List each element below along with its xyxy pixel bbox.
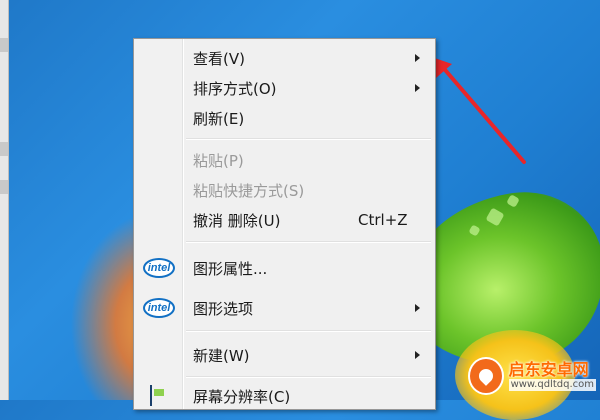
menu-item-paste-shortcut[interactable]: 粘贴快捷方式(S) [136, 175, 433, 205]
intel-icon: intel [143, 298, 175, 318]
menu-item-label: 屏幕分辨率(C) [193, 387, 291, 406]
watermark-title: 启东安卓网 [508, 360, 589, 380]
menu-item-shortcut: Ctrl+Z [358, 211, 408, 229]
menu-item-graphics-options[interactable]: intel 图形选项 [136, 293, 433, 323]
submenu-arrow-icon [415, 54, 420, 62]
site-watermark: 启东安卓网 www.qdltdq.com [468, 356, 596, 396]
menu-item-refresh[interactable]: 刷新(E) [136, 103, 433, 133]
menu-separator [186, 138, 431, 140]
menu-item-label: 查看(V) [193, 49, 245, 68]
menu-item-sort-by[interactable]: 排序方式(O) [136, 73, 433, 103]
menu-item-label: 撤消 删除(U) [193, 211, 281, 230]
window-edge-mark [0, 180, 8, 194]
screen-resolution-icon [143, 385, 175, 406]
menu-separator [186, 330, 431, 332]
menu-item-undo-delete[interactable]: 撤消 删除(U) Ctrl+Z [136, 205, 433, 235]
desktop-context-menu: 查看(V) 排序方式(O) 刷新(E) 粘贴(P) 粘贴快捷方式(S) 撤消 删… [133, 38, 436, 410]
menu-item-graphics-properties[interactable]: intel 图形属性... [136, 253, 433, 283]
submenu-arrow-icon [415, 304, 420, 312]
watermark-url: www.qdltdq.com [508, 379, 596, 391]
menu-item-label: 刷新(E) [193, 109, 245, 128]
intel-icon: intel [143, 258, 175, 278]
menu-item-view[interactable]: 查看(V) [136, 43, 433, 73]
menu-item-label: 粘贴快捷方式(S) [193, 181, 305, 200]
submenu-arrow-icon [415, 84, 420, 92]
menu-item-label: 排序方式(O) [193, 79, 277, 98]
left-window-edge [0, 0, 9, 400]
menu-separator [186, 376, 431, 378]
window-edge-mark [0, 142, 8, 156]
watermark-logo-icon [468, 357, 504, 395]
submenu-arrow-icon [415, 351, 420, 359]
menu-item-label: 粘贴(P) [193, 151, 244, 170]
menu-item-label: 图形选项 [193, 299, 254, 318]
menu-item-label: 图形属性... [193, 259, 268, 278]
menu-separator [186, 241, 431, 243]
menu-item-paste[interactable]: 粘贴(P) [136, 145, 433, 175]
window-edge-mark [0, 38, 8, 52]
menu-item-screen-resolution[interactable]: 屏幕分辨率(C) [136, 381, 433, 411]
menu-item-label: 新建(W) [193, 346, 250, 365]
menu-item-new[interactable]: 新建(W) [136, 340, 433, 370]
